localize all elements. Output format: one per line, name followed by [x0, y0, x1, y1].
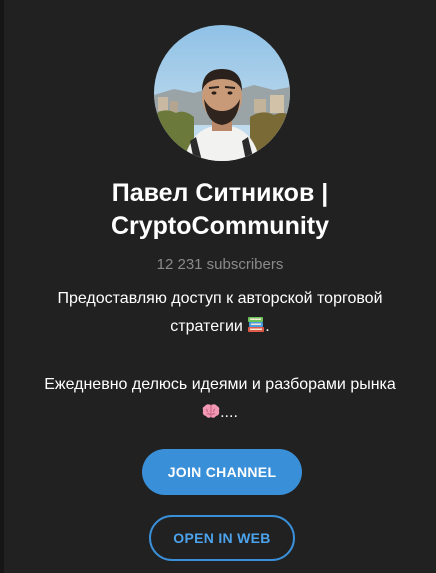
- description-line-2-text: стратегии: [170, 318, 243, 335]
- subscriber-count: 12 231 subscribers: [156, 256, 284, 273]
- open-in-web-button[interactable]: OPEN IN WEB: [149, 515, 295, 561]
- description-line-2-period: .: [265, 318, 270, 335]
- channel-title-line-2: CryptoCommunity: [110, 212, 330, 240]
- channel-description: Предоставляю доступ к авторской торговой…: [14, 285, 426, 429]
- description-line-4: ....: [14, 399, 426, 429]
- description-suffix: ....: [220, 404, 238, 421]
- description-line-3: Ежедневно делюсь идеями и разборами рынк…: [44, 376, 396, 393]
- channel-title: Павел Ситников | CryptoCommunity: [4, 177, 436, 243]
- books-icon: [247, 315, 265, 343]
- description-line-2: стратегии .: [14, 313, 426, 343]
- description-line-1: Предоставляю доступ к авторской торговой: [57, 290, 383, 307]
- brain-icon: [202, 401, 220, 429]
- channel-title-line-1: Павел Ситников |: [111, 179, 329, 207]
- channel-avatar: [154, 25, 290, 161]
- join-channel-button[interactable]: JOIN CHANNEL: [142, 449, 302, 495]
- channel-preview-card: Павел Ситников | CryptoCommunity 12 231 …: [4, 0, 436, 573]
